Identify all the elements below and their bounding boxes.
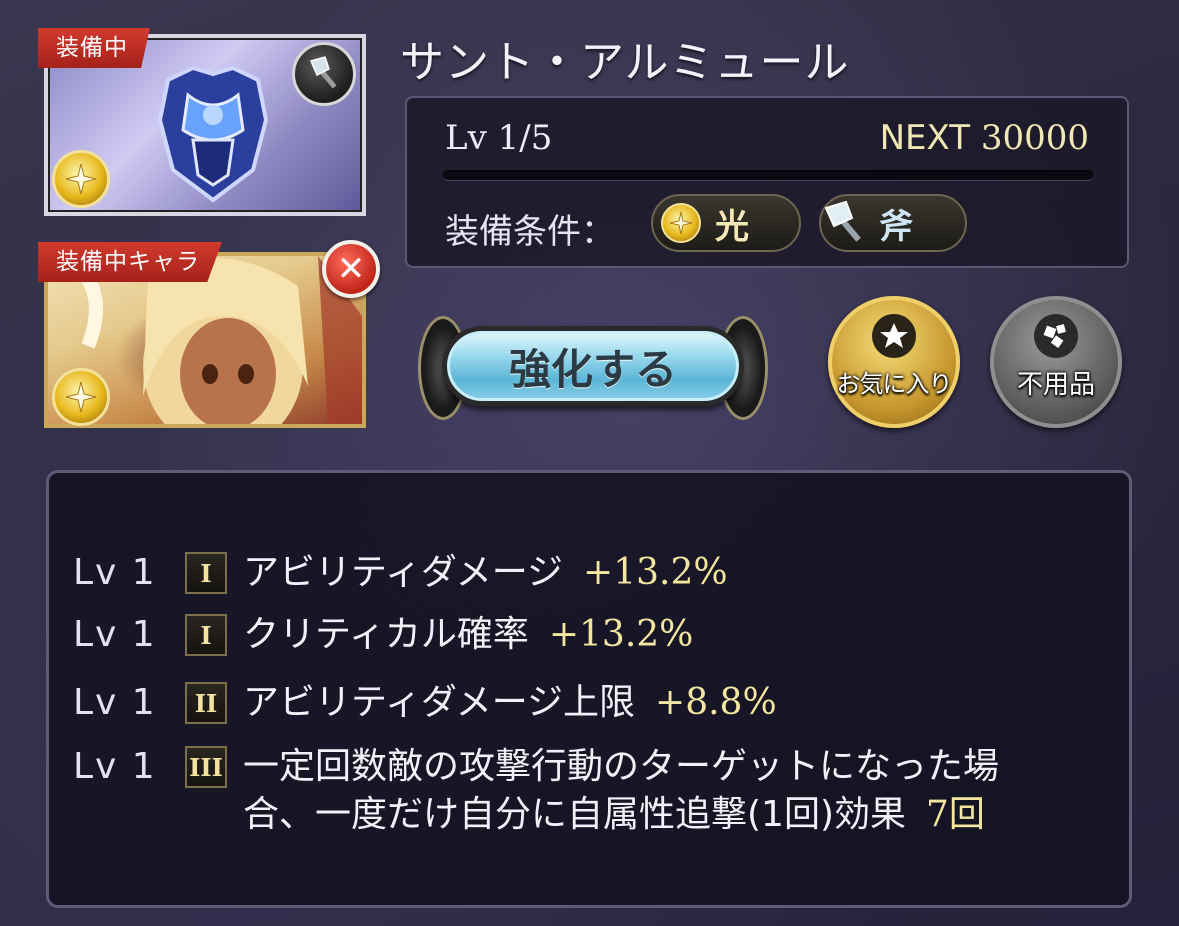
light-element-icon — [661, 203, 701, 243]
unused-label: 不用品 — [1016, 370, 1095, 400]
skill-value: 7回 — [926, 794, 985, 835]
item-name: サント・アルミュール — [400, 37, 850, 88]
skill-text: アビリティダメージ上限 +8.8% — [243, 679, 777, 727]
skill-level: Lv 1 — [73, 614, 157, 655]
skill-text: アビリティダメージ +13.2% — [243, 549, 728, 597]
skill-rank-badge: I — [185, 614, 227, 656]
skill-name: クリティカル確率 — [243, 614, 529, 655]
skill-value: +8.8% — [655, 682, 777, 723]
light-element-icon — [52, 368, 110, 426]
skill-level: Lv 1 — [73, 552, 157, 593]
next-label: NEXT — [879, 118, 971, 158]
condition-element-pill: 光 — [651, 194, 801, 252]
skill-level: Lv 1 — [73, 746, 157, 787]
exp-bar — [443, 170, 1093, 180]
light-element-icon — [52, 150, 110, 208]
skill-name-line2: 合、一度だけ自分に自属性追撃(1回)効果 — [243, 794, 906, 835]
next-exp: NEXT 30000 — [880, 118, 1089, 158]
armor-image — [157, 65, 269, 203]
skill-rank-badge: I — [185, 552, 227, 594]
axe-icon — [292, 42, 356, 106]
favorite-button[interactable]: お気に入り — [828, 296, 960, 428]
favorite-label: お気に入り — [836, 370, 953, 398]
skill-row: Lv 1 I クリティカル確率 +13.2% — [73, 611, 693, 659]
enhance-button-label: 強化する — [508, 345, 677, 393]
skill-row: Lv 1 III 一定回数敵の攻撃行動のターゲットになった場 合、一度だけ自分に… — [73, 743, 999, 839]
shards-icon — [1034, 314, 1078, 358]
next-value: 30000 — [980, 118, 1089, 158]
equipped-tag: 装備中 — [38, 28, 150, 68]
star-icon — [872, 314, 916, 358]
enhance-button[interactable]: 強化する — [418, 316, 768, 420]
level-label: Lv — [445, 118, 487, 158]
skill-name: 一定回数敵の攻撃行動のターゲットになった場 — [243, 746, 1000, 787]
condition-weapon-text: 斧 — [879, 206, 913, 247]
skill-value: +13.2% — [548, 614, 694, 655]
equipped-character-tag: 装備中キャラ — [38, 242, 222, 282]
skill-name: アビリティダメージ上限 — [243, 682, 636, 723]
level-display: Lv 1/5 — [445, 118, 552, 158]
skill-text: クリティカル確率 +13.2% — [243, 611, 693, 659]
skill-rank-badge: II — [185, 682, 227, 724]
level-value: 1/5 — [497, 118, 553, 158]
condition-element-text: 光 — [715, 206, 749, 247]
item-info-panel: Lv 1/5 NEXT 30000 装備条件： 光 斧 — [405, 96, 1129, 268]
enhance-button-face: 強化する — [442, 326, 744, 406]
skill-row: Lv 1 I アビリティダメージ +13.2% — [73, 549, 728, 597]
axe-icon — [819, 198, 875, 248]
skill-name: アビリティダメージ — [243, 552, 564, 593]
skill-row: Lv 1 II アビリティダメージ上限 +8.8% — [73, 679, 777, 727]
skill-level: Lv 1 — [73, 682, 157, 723]
skill-text: 一定回数敵の攻撃行動のターゲットになった場 合、一度だけ自分に自属性追撃(1回)… — [243, 743, 999, 839]
skill-rank-badge: III — [185, 746, 227, 788]
skill-value: +13.2% — [583, 552, 728, 593]
skills-panel: Lv 1 I アビリティダメージ +13.2% Lv 1 I クリティカル確率 +1… — [46, 470, 1132, 908]
equip-conditions-label: 装備条件： — [445, 212, 615, 252]
close-icon[interactable]: ✕ — [322, 240, 380, 298]
condition-weapon-pill: 斧 — [819, 194, 967, 252]
unused-button[interactable]: 不用品 — [990, 296, 1122, 428]
